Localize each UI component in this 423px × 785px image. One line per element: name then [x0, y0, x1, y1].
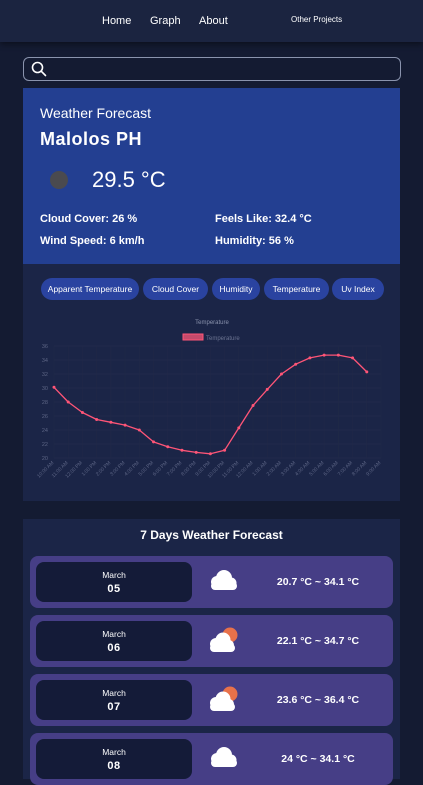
legend-swatch — [182, 333, 204, 341]
forecast-temp-range: 23.6 °C ~ 36.4 °C — [276, 694, 360, 706]
forecast-month: March — [102, 629, 126, 639]
tab-cloud-cover[interactable]: Cloud Cover — [143, 278, 208, 300]
date-box: March 07 — [36, 680, 192, 720]
current-temperature: 29.5 °C — [92, 167, 166, 192]
forecast-temp-range: 24 °C ~ 34.1 °C — [281, 753, 355, 765]
location-name: Malolos PH — [40, 129, 143, 149]
data-point — [322, 353, 326, 357]
y-tick-label: 26 — [42, 414, 48, 420]
data-point — [52, 385, 56, 389]
nav-home-link[interactable]: Home — [102, 15, 131, 27]
weather-title: Weather Forecast — [40, 105, 152, 121]
cloud-cover-stat: Cloud Cover: 26 % — [40, 213, 138, 225]
cloud-icon — [211, 570, 237, 590]
data-point — [351, 356, 355, 360]
chart-title: Temperature — [195, 320, 229, 326]
top-navbar: Home Graph About Other Projects — [0, 0, 423, 42]
data-point — [265, 387, 269, 391]
nav-graph-link[interactable]: Graph — [150, 15, 181, 27]
forecast-day: 06 — [107, 642, 121, 654]
forecast-day: 08 — [107, 760, 121, 772]
data-point — [80, 411, 84, 414]
data-point — [365, 370, 369, 374]
y-tick-label: 22 — [42, 442, 48, 448]
data-point — [237, 426, 241, 430]
forecast-day: 07 — [107, 701, 121, 713]
cloud-icon — [211, 747, 237, 767]
weekly-forecast-panel: 7 Days Weather Forecast March 05 20.7 °C… — [23, 519, 400, 785]
y-tick-label: 36 — [42, 344, 48, 350]
y-tick-label: 20 — [42, 456, 48, 462]
moon-icon — [50, 171, 68, 189]
data-point — [294, 362, 298, 366]
date-box: March 06 — [36, 621, 192, 661]
forecast-month: March — [102, 747, 126, 757]
search-icon — [31, 61, 47, 77]
data-point — [251, 404, 255, 407]
legend-label: Temperature — [206, 336, 240, 342]
tab-apparent-temperature[interactable]: Apparent Temperature — [41, 278, 139, 300]
nav-other-projects-link[interactable]: Other Projects — [291, 15, 342, 24]
data-point — [123, 423, 127, 427]
tab-humidity[interactable]: Humidity — [212, 278, 260, 300]
data-point — [66, 400, 70, 404]
y-tick-label: 24 — [42, 428, 48, 434]
data-point — [166, 445, 170, 449]
forecast-month: March — [102, 688, 126, 698]
data-point — [336, 353, 340, 357]
feels-like-stat: Feels Like: 32.4 °C — [215, 213, 312, 225]
y-tick-label: 32 — [42, 372, 48, 378]
nav-about-link[interactable]: About — [199, 15, 228, 27]
y-tick-label: 34 — [42, 358, 48, 364]
forecast-temp-range: 22.1 °C ~ 34.7 °C — [276, 635, 360, 647]
data-point — [223, 448, 227, 452]
search-input[interactable] — [50, 60, 394, 78]
data-point — [152, 440, 156, 444]
search-bar[interactable] — [23, 57, 401, 81]
y-tick-label: 30 — [42, 386, 48, 392]
partly-cloudy-icon — [210, 686, 238, 711]
forecast-day: 05 — [107, 583, 121, 595]
wind-speed-stat: Wind Speed: 6 km/h — [40, 235, 145, 247]
forecast-day-card[interactable]: March 08 24 °C ~ 34.1 °C — [30, 733, 393, 785]
current-weather-card: Weather Forecast Malolos PH 29.5 °C Clou… — [23, 88, 400, 264]
date-box: March 05 — [36, 562, 192, 602]
data-point — [109, 420, 113, 424]
partly-cloudy-icon — [210, 627, 238, 652]
graph-panel: Apparent Temperature Cloud Cover Humidit… — [23, 264, 400, 501]
forecast-title: 7 Days Weather Forecast — [140, 528, 283, 542]
tab-temperature[interactable]: Temperature — [264, 278, 329, 300]
date-box: March 08 — [36, 739, 192, 779]
data-point — [137, 428, 141, 432]
data-point — [180, 448, 184, 452]
forecast-month: March — [102, 570, 126, 580]
data-point — [194, 450, 198, 454]
y-tick-label: 28 — [42, 400, 48, 406]
humidity-stat: Humidity: 56 % — [215, 235, 294, 247]
forecast-day-card[interactable]: March 07 23.6 °C ~ 36.4 °C — [30, 674, 393, 726]
forecast-temp-range: 20.7 °C ~ 34.1 °C — [276, 576, 360, 588]
data-point — [279, 372, 283, 376]
forecast-day-card[interactable]: March 05 20.7 °C ~ 34.1 °C — [30, 556, 393, 608]
forecast-day-card[interactable]: March 06 22.1 °C ~ 34.7 °C — [30, 615, 393, 667]
x-tick-label: 9:00 AM — [365, 460, 382, 477]
tab-uv-index[interactable]: Uv Index — [332, 278, 384, 300]
data-point — [95, 418, 99, 421]
temperature-line-chart: Temperature Temperature 20 22 24 26 28 30 32 34… — [36, 320, 382, 480]
data-point — [308, 356, 312, 360]
data-point — [208, 452, 212, 456]
